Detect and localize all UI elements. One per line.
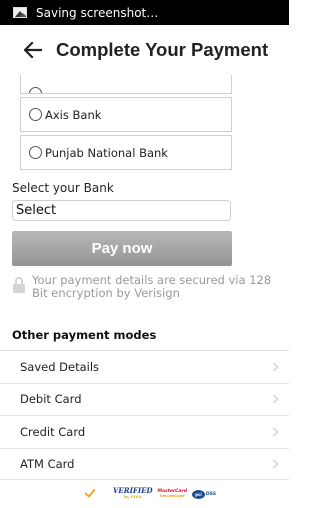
- mode-credit-card[interactable]: Credit Card: [0, 415, 289, 448]
- radio-button[interactable]: [29, 108, 42, 121]
- lock-icon: [13, 277, 25, 293]
- app-bar: Complete Your Payment: [0, 25, 289, 75]
- radio-button[interactable]: [29, 146, 42, 159]
- chevron-right-icon: [269, 459, 279, 468]
- bank-list: Axis Bank Punjab National Bank: [20, 75, 232, 170]
- mode-saved-details[interactable]: Saved Details: [0, 350, 289, 383]
- pci-dss-icon: pci DSS: [191, 489, 216, 499]
- verified-by-visa-icon: VERIFIED by VISA: [113, 487, 153, 500]
- bank-select[interactable]: Select: [12, 200, 231, 221]
- security-text: Your payment details are secured via 128…: [32, 273, 272, 300]
- radio-button[interactable]: [29, 87, 42, 93]
- mode-debit-card[interactable]: Debit Card: [0, 382, 289, 416]
- chevron-right-icon: [269, 362, 279, 371]
- bank-option-label: Axis Bank: [45, 107, 102, 122]
- pay-now-button[interactable]: Pay now: [12, 231, 232, 266]
- mode-label: Saved Details: [20, 359, 100, 374]
- security-note: Your payment details are secured via 128…: [13, 274, 281, 300]
- chevron-right-icon: [269, 395, 279, 404]
- page-title: Complete Your Payment: [56, 39, 269, 60]
- mode-atm-card[interactable]: ATM Card: [0, 447, 289, 480]
- select-bank-label: Select your Bank: [12, 181, 114, 195]
- image-icon: [13, 7, 27, 18]
- mastercard-securecode-icon: MasterCard SecureCode: [158, 489, 187, 499]
- trust-badges: VERIFIED by VISA MasterCard SecureCode pci…: [84, 486, 216, 500]
- bank-option-pnb[interactable]: Punjab National Bank: [20, 135, 232, 170]
- bank-option-label: Punjab National Bank: [45, 145, 168, 160]
- mode-label: ATM Card: [20, 456, 75, 471]
- status-text: Saving screenshot…: [36, 5, 159, 20]
- mode-label: Credit Card: [20, 424, 86, 439]
- payment-modes-list: Saved Details Debit Card Credit Card ATM…: [0, 350, 289, 480]
- back-arrow-icon[interactable]: [21, 38, 45, 62]
- mc-securecode-text: SecureCode: [159, 494, 185, 498]
- mode-label: Debit Card: [20, 392, 82, 407]
- other-modes-header: Other payment modes: [12, 328, 157, 342]
- status-bar: Saving screenshot…: [0, 0, 289, 25]
- chevron-right-icon: [269, 427, 279, 436]
- pci-text: DSS: [205, 491, 216, 497]
- bank-option-partial[interactable]: [20, 75, 232, 94]
- bank-option-axis[interactable]: Axis Bank: [20, 97, 232, 132]
- norton-secured-icon: [84, 486, 108, 500]
